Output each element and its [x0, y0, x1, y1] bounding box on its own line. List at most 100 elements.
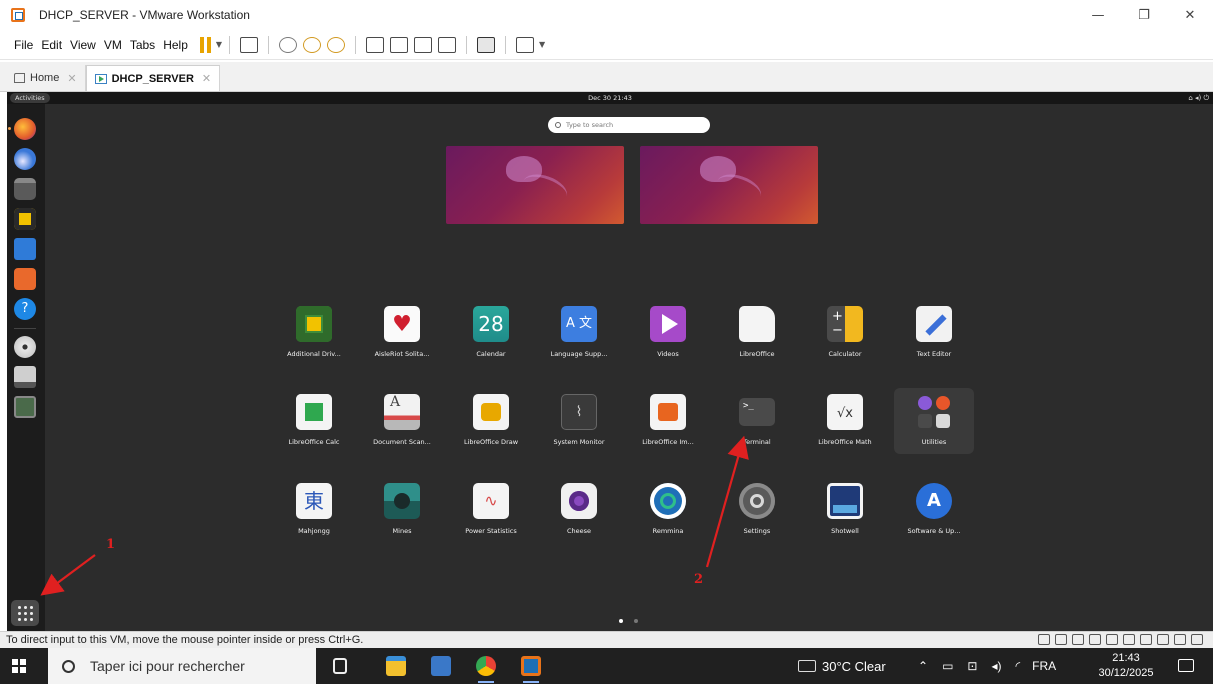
vmware-logo-icon — [11, 8, 25, 22]
minimize-icon[interactable]: — — [1075, 0, 1121, 30]
app-text-editor[interactable]: Text Editor — [894, 300, 974, 366]
disc-icon[interactable] — [14, 336, 36, 358]
message-icon[interactable] — [1191, 634, 1203, 645]
app-mines[interactable]: Mines — [362, 477, 442, 543]
files-icon[interactable] — [14, 178, 36, 200]
full-screen-icon[interactable] — [414, 36, 433, 53]
app-aisleriot-solitaire[interactable]: ♥ AisleRiot Solita... — [362, 300, 442, 366]
snapshot-manager-icon[interactable] — [327, 36, 346, 53]
tab-dhcp-server-close-icon[interactable]: ✕ — [202, 72, 211, 85]
firefox-icon[interactable] — [8, 118, 36, 140]
tab-home[interactable]: Home ✕ — [6, 65, 86, 91]
volume-icon[interactable]: ◂) — [991, 659, 1001, 673]
app-cheese[interactable]: Cheese — [539, 477, 619, 543]
menu-file[interactable]: File — [10, 38, 37, 52]
app-calculator[interactable]: + − Calculator — [805, 300, 885, 366]
wifi-icon[interactable]: ◜ — [1016, 659, 1021, 673]
app-libreoffice-math[interactable]: √x LibreOffice Math — [805, 388, 885, 454]
maximize-icon[interactable]: ❐ — [1121, 0, 1167, 30]
thunderbird-icon[interactable] — [14, 148, 36, 170]
close-icon[interactable]: ✕ — [1167, 0, 1213, 30]
network-tray-icon[interactable]: ▭ — [942, 659, 953, 673]
file-explorer-icon[interactable] — [386, 656, 406, 676]
app-center-icon[interactable] — [14, 268, 36, 290]
app-libreoffice-draw[interactable]: LibreOffice Draw — [451, 388, 531, 454]
menu-view[interactable]: View — [66, 38, 100, 52]
app-settings[interactable]: Settings — [717, 477, 797, 543]
tab-home-close-icon[interactable]: ✕ — [67, 72, 76, 85]
app-software-updater[interactable]: A Software & Up... — [894, 477, 974, 543]
trash-icon[interactable] — [14, 396, 36, 418]
taskbar-clock[interactable]: 21:43 30/12/2025 — [1098, 651, 1154, 681]
drive-icon[interactable] — [14, 366, 36, 388]
cd-icon[interactable] — [1055, 634, 1067, 645]
app-additional-drivers[interactable]: Additional Driv... — [274, 300, 354, 366]
language-indicator[interactable]: FRA — [1032, 659, 1056, 673]
console-view-icon[interactable] — [477, 36, 496, 53]
task-view-icon[interactable] — [333, 658, 347, 674]
notification-icon[interactable] — [1178, 659, 1194, 672]
menu-help[interactable]: Help — [159, 38, 192, 52]
search-input[interactable]: Type to search — [548, 117, 710, 133]
app-utilities-folder[interactable]: Utilities — [894, 388, 974, 454]
show-library-icon[interactable] — [366, 36, 385, 53]
chevron-up-icon[interactable]: ⌃ — [918, 659, 928, 673]
sound-icon[interactable] — [1140, 634, 1152, 645]
app-document-scanner[interactable]: A Document Scan... — [362, 388, 442, 454]
network-2-icon[interactable] — [1106, 634, 1118, 645]
help-icon[interactable]: ? — [14, 298, 36, 320]
vm-screen[interactable]: Activities Dec 30 21:43 ⌂ ◂) ⏻ ? Type to… — [7, 92, 1213, 631]
power-dropdown-icon[interactable]: ▼ — [216, 40, 222, 49]
stretch-dropdown-icon[interactable]: ▼ — [539, 40, 545, 49]
menu-tabs[interactable]: Tabs — [126, 38, 159, 52]
app-shotwell[interactable]: Shotwell — [805, 477, 885, 543]
app-libreoffice-calc[interactable]: LibreOffice Calc — [274, 388, 354, 454]
draw-icon — [473, 394, 509, 430]
usb-icon[interactable] — [1123, 634, 1135, 645]
thumbnail-bar-icon[interactable] — [390, 36, 409, 53]
hdd-icon[interactable] — [1038, 634, 1050, 645]
snapshot-icon[interactable] — [279, 36, 298, 53]
vmware-taskbar-icon[interactable] — [521, 656, 541, 676]
windows-start-icon[interactable] — [12, 659, 26, 673]
app-remmina[interactable]: Remmina — [628, 477, 708, 543]
app-power-statistics[interactable]: ∿ Power Statistics — [451, 477, 531, 543]
menu-edit[interactable]: Edit — [37, 38, 66, 52]
pause-button[interactable] — [199, 36, 214, 53]
app-calendar[interactable]: 28 Calendar — [451, 300, 531, 366]
app-libreoffice-impress[interactable]: LibreOffice Im... — [628, 388, 708, 454]
system-tray-icons[interactable]: ⌂ ◂) ⏻ — [1188, 92, 1209, 104]
app-language-support[interactable]: A 文 Language Supp... — [539, 300, 619, 366]
tab-dhcp-server[interactable]: DHCP_SERVER ✕ — [85, 65, 221, 91]
printer-icon[interactable] — [1157, 634, 1169, 645]
page-indicator-1[interactable] — [619, 619, 623, 623]
stretch-guest-icon[interactable] — [516, 36, 535, 53]
app-system-monitor[interactable]: ⌇ System Monitor — [539, 388, 619, 454]
weather-widget[interactable]: 30°C Clear — [798, 648, 886, 684]
app-libreoffice[interactable]: LibreOffice — [717, 300, 797, 366]
show-apps-button[interactable] — [11, 600, 39, 626]
window-titlebar: DHCP_SERVER - VMware Workstation — ❐ ✕ — [0, 0, 1213, 30]
menu-vm[interactable]: VM — [100, 38, 126, 52]
pen-tray-icon[interactable]: ⊡ — [967, 659, 977, 673]
window-title: DHCP_SERVER - VMware Workstation — [39, 8, 250, 22]
taskbar-search-input[interactable]: Taper ici pour rechercher — [48, 648, 316, 684]
app-mahjongg[interactable]: 東 Mahjongg — [274, 477, 354, 543]
page-indicator-2[interactable] — [634, 619, 638, 623]
chrome-icon[interactable] — [476, 656, 496, 676]
remote-desktop-icon[interactable] — [431, 656, 451, 676]
send-ctrl-alt-del-icon[interactable] — [240, 36, 259, 53]
floppy-icon[interactable] — [1072, 634, 1084, 645]
display-icon[interactable] — [1174, 634, 1186, 645]
unity-icon[interactable] — [438, 36, 457, 53]
app-videos[interactable]: Videos — [628, 300, 708, 366]
gnome-clock[interactable]: Dec 30 21:43 — [7, 92, 1213, 104]
network-icon[interactable] — [1089, 634, 1101, 645]
rhythmbox-icon[interactable] — [14, 208, 36, 230]
writer-icon[interactable] — [14, 238, 36, 260]
document-icon — [739, 306, 775, 342]
revert-snapshot-icon[interactable] — [303, 36, 322, 53]
workspace-thumbnail-1[interactable] — [446, 146, 624, 224]
workspace-thumbnail-2[interactable] — [640, 146, 818, 224]
app-terminal[interactable]: >_ Terminal — [717, 388, 797, 454]
